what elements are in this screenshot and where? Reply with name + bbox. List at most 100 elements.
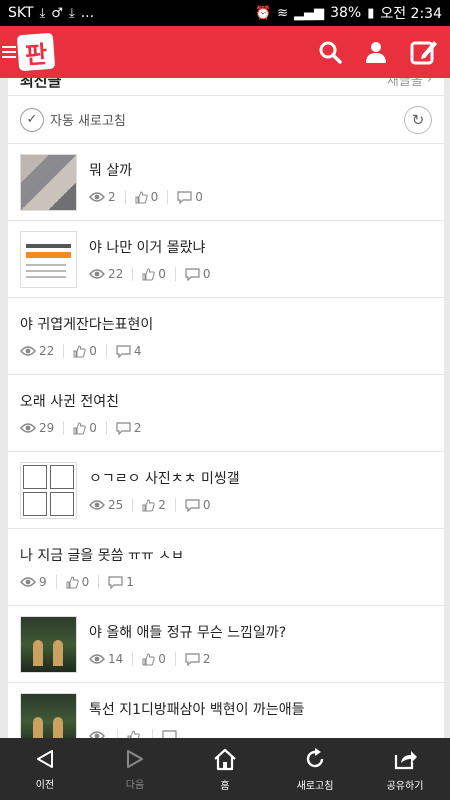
download-icon: ⤓ bbox=[39, 5, 46, 21]
comment-count-value: 4 bbox=[133, 344, 142, 358]
view-count-value: 2 bbox=[108, 190, 116, 204]
view-count: 14 bbox=[89, 652, 123, 666]
refresh-button[interactable]: 새로고침 bbox=[270, 738, 360, 800]
post-thumbnail[interactable] bbox=[20, 230, 77, 288]
comment-count-value: 0 bbox=[202, 498, 211, 512]
prev-label: 이전 bbox=[35, 779, 55, 791]
comment-count: 2 bbox=[116, 421, 142, 435]
list-item[interactable]: 뭐 살까 2 0 0 bbox=[8, 144, 444, 221]
post-meta: 14 0 2 bbox=[89, 652, 286, 666]
refresh-icon[interactable]: ↻ bbox=[404, 105, 432, 134]
post-meta: 9 0 1 bbox=[20, 575, 184, 589]
comment-count-value: 0 bbox=[202, 267, 211, 281]
like-count-value: 0 bbox=[89, 344, 97, 358]
post-title[interactable]: ㅇㄱㄹㅇ 사진ㅊㅊ 미씽갤 bbox=[89, 468, 240, 488]
post-thumbnail[interactable] bbox=[20, 461, 77, 519]
comment-icon bbox=[185, 267, 200, 281]
comment-icon bbox=[185, 652, 200, 666]
clock: 오전 2:34 bbox=[380, 6, 442, 22]
view-count bbox=[89, 730, 108, 738]
comment-icon bbox=[116, 421, 131, 435]
alarm-icon: ⏰ bbox=[254, 5, 272, 21]
comment-icon bbox=[116, 344, 131, 358]
comment-count: 0 bbox=[185, 267, 211, 281]
prev-button[interactable]: 이전 bbox=[0, 738, 90, 800]
post-body: 나 지금 글을 못씀 ㅠㅠ ㅅㅂ 9 0 1 bbox=[20, 545, 184, 589]
post-body: 뭐 살까 2 0 0 bbox=[89, 160, 203, 204]
post-thumbnail[interactable] bbox=[20, 692, 77, 738]
post-thumbnail[interactable] bbox=[20, 615, 77, 673]
app-logo[interactable]: 판 bbox=[16, 32, 56, 72]
post-title[interactable]: 뭐 살까 bbox=[89, 160, 203, 180]
like-count: 0 bbox=[142, 652, 166, 666]
status-bar: SKT ⤓ ♂ ⤓ ... ⏰ ≋ ▂▄▆ 38% ▮ 오전 2:34 bbox=[0, 0, 450, 26]
thumbs-up-icon bbox=[142, 498, 155, 512]
list-item[interactable]: 야 올해 애들 정규 무슨 느낌일까? 14 0 2 bbox=[8, 606, 444, 683]
section-more-link[interactable]: 새글올 › bbox=[387, 78, 432, 89]
thumbs-up-icon bbox=[73, 421, 86, 435]
post-list: 뭐 살까 2 0 0 야 나만 이거 몰랐냐 22 0 0 야 귀엽게잔다는표현이 22 0 4 오래 … bbox=[8, 144, 444, 738]
post-title[interactable]: 야 귀엽게잔다는표현이 bbox=[20, 314, 153, 334]
auto-refresh-label[interactable]: 자동 새로고침 bbox=[50, 110, 126, 129]
like-count-value: 2 bbox=[158, 498, 166, 512]
post-title[interactable]: 톡선 지1디방패삼아 백현이 까는애들 bbox=[89, 699, 304, 719]
home-button[interactable]: 홈 bbox=[180, 738, 270, 800]
list-item[interactable]: 톡선 지1디방패삼아 백현이 까는애들 bbox=[8, 683, 444, 738]
comment-count-value: 2 bbox=[133, 421, 142, 435]
carrier-label: SKT bbox=[8, 5, 34, 21]
more-notifications: ... bbox=[80, 5, 95, 21]
post-body: 야 올해 애들 정규 무슨 느낌일까? 14 0 2 bbox=[89, 622, 286, 666]
post-meta bbox=[89, 729, 304, 738]
post-body: 야 귀엽게잔다는표현이 22 0 4 bbox=[20, 314, 153, 358]
comment-count-value: 0 bbox=[195, 190, 203, 204]
check-icon[interactable]: ✓ bbox=[20, 107, 44, 132]
like-count-value: 0 bbox=[150, 190, 159, 204]
search-icon[interactable] bbox=[318, 40, 342, 64]
post-meta: 25 2 0 bbox=[89, 498, 240, 512]
view-count-value: 14 bbox=[108, 652, 124, 666]
comment-count: 0 bbox=[185, 498, 211, 512]
share-icon bbox=[394, 750, 417, 769]
post-thumbnail[interactable] bbox=[20, 153, 77, 211]
eye-icon bbox=[89, 730, 105, 738]
thumbs-up-icon bbox=[135, 190, 148, 204]
like-count-value: 0 bbox=[158, 267, 166, 281]
post-meta: 22 0 0 bbox=[89, 267, 211, 281]
list-item[interactable]: 나 지금 글을 못씀 ㅠㅠ ㅅㅂ 9 0 1 bbox=[8, 529, 444, 606]
like-count: 0 bbox=[66, 575, 89, 589]
comment-count: 1 bbox=[108, 575, 134, 589]
user-icon[interactable] bbox=[364, 40, 388, 64]
list-item[interactable]: 야 귀엽게잔다는표현이 22 0 4 bbox=[8, 298, 444, 375]
comment-count: 4 bbox=[116, 344, 142, 358]
signal-icon: ▂▄▆ bbox=[294, 5, 325, 21]
view-count: 9 bbox=[20, 575, 47, 589]
compose-icon[interactable] bbox=[410, 38, 438, 66]
list-item[interactable]: ㅇㄱㄹㅇ 사진ㅊㅊ 미씽갤 25 2 0 bbox=[8, 452, 444, 529]
list-item[interactable]: 야 나만 이거 몰랐냐 22 0 0 bbox=[8, 221, 444, 298]
view-count-value: 9 bbox=[39, 575, 47, 589]
like-count: 0 bbox=[135, 190, 159, 204]
post-title[interactable]: 야 나만 이거 몰랐냐 bbox=[89, 237, 211, 257]
post-title[interactable]: 오래 사귄 전여친 bbox=[20, 391, 142, 411]
view-count-value: 22 bbox=[39, 344, 55, 358]
eye-icon bbox=[20, 345, 36, 357]
chevron-right-icon: › bbox=[426, 78, 432, 87]
comment-count-value: 2 bbox=[202, 652, 211, 666]
menu-icon[interactable] bbox=[2, 46, 16, 58]
battery-icon: ▮ bbox=[367, 5, 375, 21]
post-meta: 29 0 2 bbox=[20, 421, 142, 435]
like-count: 0 bbox=[73, 421, 97, 435]
view-count-value: 22 bbox=[108, 267, 124, 281]
post-title[interactable]: 나 지금 글을 못씀 ㅠㅠ ㅅㅂ bbox=[20, 545, 184, 565]
comment-icon bbox=[185, 498, 200, 512]
next-button[interactable]: 다음 bbox=[90, 738, 180, 800]
list-item[interactable]: 오래 사귄 전여친 29 0 2 bbox=[8, 375, 444, 452]
share-button[interactable]: 공유하기 bbox=[360, 738, 450, 800]
eye-icon bbox=[89, 191, 105, 203]
post-title[interactable]: 야 올해 애들 정규 무슨 느낌일까? bbox=[89, 622, 286, 642]
app-header: 판 bbox=[0, 26, 450, 78]
gender-icon: ♂ bbox=[51, 5, 63, 21]
view-count: 2 bbox=[89, 190, 116, 204]
forward-arrow-icon bbox=[127, 749, 143, 768]
next-label: 다음 bbox=[125, 779, 145, 791]
